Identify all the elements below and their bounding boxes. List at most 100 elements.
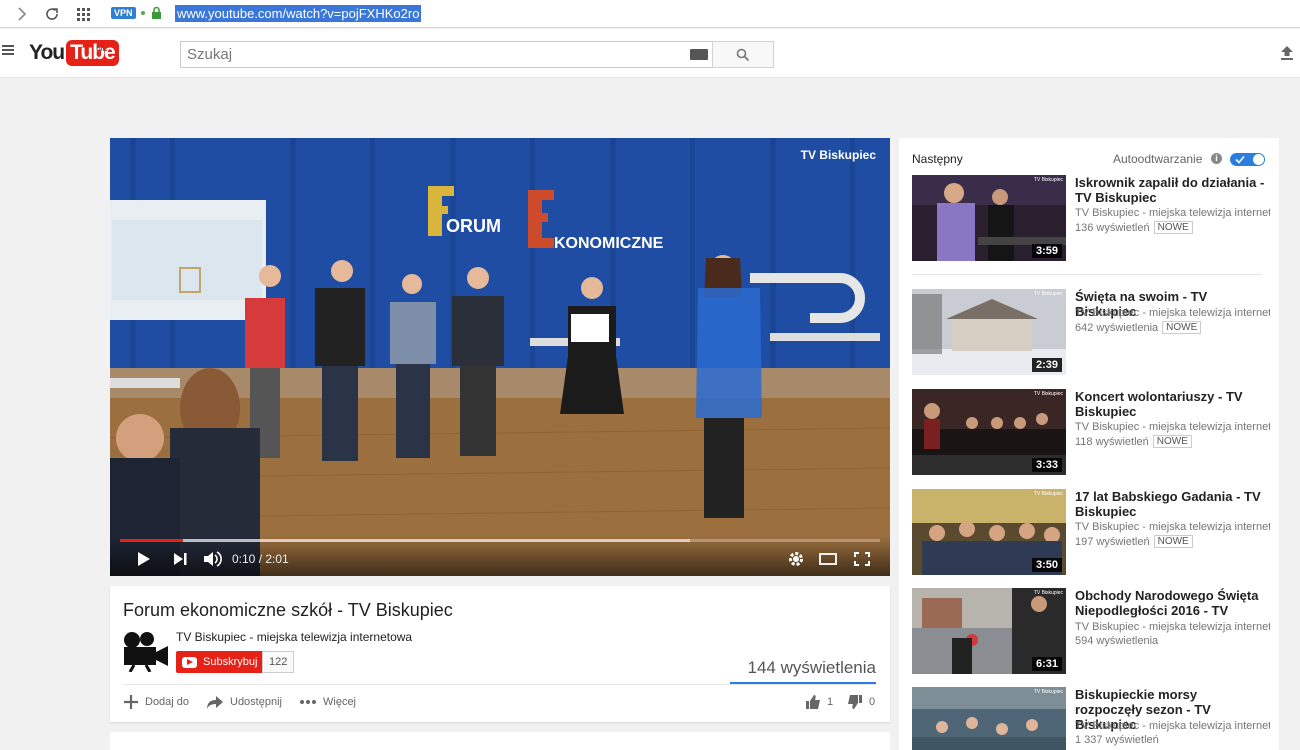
browser-bar: VPN www.youtube.com/watch?v=pojFXHKo2ro xyxy=(0,0,1300,28)
new-badge: NOWE xyxy=(1152,435,1192,448)
new-badge: NOWE xyxy=(1162,321,1202,334)
add-to-label: Dodaj do xyxy=(145,696,190,708)
share-label: Udostępnij xyxy=(230,696,282,708)
rec-view-count: 118 wyświetleń xyxy=(1075,435,1149,448)
new-badge: NOWE xyxy=(1153,535,1193,548)
add-to-button[interactable]: Dodaj do xyxy=(123,692,189,712)
video-thumbnail[interactable]: TV Biskupiec 3:59 xyxy=(912,175,1066,261)
rec-view-count: 594 wyświetlenia xyxy=(1075,635,1159,647)
apps-grid-icon[interactable] xyxy=(73,3,95,25)
more-label: Więcej xyxy=(323,696,357,708)
video-thumbnail[interactable]: TV Biskupiec 3:33 xyxy=(912,389,1066,475)
thumbnail-watermark: TV Biskupiec xyxy=(1033,291,1063,297)
youtube-play-icon xyxy=(182,656,197,668)
new-badge: NOWE xyxy=(1153,221,1193,234)
duration-badge: 3:50 xyxy=(1031,558,1062,572)
like-count: 1 xyxy=(827,696,834,708)
rec-title[interactable]: 17 lat Babskiego Gadania - TV Biskupiec xyxy=(1075,489,1265,519)
search-input[interactable] xyxy=(181,42,661,67)
list-item[interactable]: TV Biskupiec 3:50 17 lat Babskiego Gadan… xyxy=(912,489,1270,575)
rec-channel: TV Biskupiec - miejska telewizja interne… xyxy=(1075,421,1270,433)
thumbs-up-icon xyxy=(806,695,820,709)
rec-channel: TV Biskupiec - miejska telewizja interne… xyxy=(1075,621,1270,633)
thumbnail-watermark: TV Biskupiec xyxy=(1033,177,1063,183)
rec-view-count: 136 wyświetleń xyxy=(1075,221,1150,234)
lock-icon xyxy=(152,6,161,19)
checkmark-icon xyxy=(1235,155,1245,164)
share-button[interactable]: Udostępnij xyxy=(206,692,282,712)
plus-icon xyxy=(124,695,138,709)
address-bar[interactable]: www.youtube.com/watch?v=pojFXHKo2ro xyxy=(175,5,422,22)
dislike-button[interactable]: 0 xyxy=(847,692,875,712)
video-frame: ORUM KONOMICZNE xyxy=(110,138,890,576)
like-button[interactable]: 1 xyxy=(805,692,833,712)
view-count: 144 wyświetlenia xyxy=(747,658,876,677)
rec-view-count: 642 wyświetlenia xyxy=(1075,321,1159,334)
rec-channel: TV Biskupiec - miejska telewizja interne… xyxy=(1075,720,1270,732)
rec-view-count: 1 337 wyświetleń xyxy=(1075,734,1159,746)
channel-avatar[interactable] xyxy=(122,630,170,672)
progress-bar[interactable] xyxy=(120,539,880,542)
menu-icon[interactable] xyxy=(2,45,14,56)
list-item[interactable]: TV Biskupiec Biskupieckie morsy rozpoczę… xyxy=(912,687,1270,750)
rec-title[interactable]: Iskrownik zapalił do działania - TV Bisk… xyxy=(1075,175,1265,205)
thumbnail-watermark: TV Biskupiec xyxy=(1033,491,1063,497)
autoplay-label: Autoodtwarzanie xyxy=(1113,152,1203,166)
up-next-sidebar: Następny Autoodtwarzanie i TV Biskupiec … xyxy=(899,138,1279,750)
svg-text:KONOMICZNE: KONOMICZNE xyxy=(554,235,664,252)
rec-views: 118 wyświetleń NOWE xyxy=(1075,435,1192,448)
subscribe-label: Subskrybuj xyxy=(203,656,258,668)
video-thumbnail[interactable]: TV Biskupiec xyxy=(912,687,1066,750)
next-icon[interactable] xyxy=(170,550,190,568)
video-player[interactable]: ORUM KONOMICZNE TV Biskupiec 0:10 / 2:01 xyxy=(110,138,890,576)
rec-title[interactable]: Koncert wolontariuszy - TV Biskupiec xyxy=(1075,389,1265,419)
volume-icon[interactable] xyxy=(202,550,222,568)
progress-played xyxy=(120,539,184,542)
reload-icon[interactable] xyxy=(41,3,63,25)
rec-views: 136 wyświetleń NOWE xyxy=(1075,221,1193,234)
search-button[interactable] xyxy=(712,41,774,68)
rec-views: 1 337 wyświetleń xyxy=(1075,734,1159,746)
list-item[interactable]: TV Biskupiec 6:31 Obchody Narodowego Świ… xyxy=(912,588,1270,674)
subscriber-count: 122 xyxy=(262,651,295,673)
progress-buffered xyxy=(120,539,690,542)
youtube-header: You Tube NL xyxy=(0,29,1300,78)
video-thumbnail[interactable]: TV Biskupiec 2:39 xyxy=(912,289,1066,375)
fullscreen-icon[interactable] xyxy=(852,550,872,568)
keyboard-icon[interactable] xyxy=(690,49,708,60)
duration-badge: 3:59 xyxy=(1031,244,1062,258)
list-item[interactable]: TV Biskupiec 2:39 Święta na swoim - TV B… xyxy=(912,289,1270,375)
search-box xyxy=(180,41,713,68)
vpn-badge[interactable]: VPN xyxy=(111,7,136,19)
info-icon[interactable]: i xyxy=(1211,153,1222,164)
rec-channel: TV Biskupiec - miejska telewizja interne… xyxy=(1075,307,1270,319)
toggle-knob xyxy=(1253,154,1264,165)
views-bar xyxy=(730,682,876,684)
play-icon[interactable] xyxy=(134,550,154,568)
duration-badge: 2:39 xyxy=(1031,358,1062,372)
logo-tube-text: Tube xyxy=(66,40,119,66)
thumbs-down-icon xyxy=(848,695,862,709)
duration-badge: 6:31 xyxy=(1031,657,1062,671)
rec-channel: TV Biskupiec - miejska telewizja interne… xyxy=(1075,521,1270,533)
rec-title[interactable]: Obchody Narodowego Święta Niepodległości… xyxy=(1075,588,1265,618)
separator xyxy=(912,274,1262,275)
upload-icon[interactable] xyxy=(1279,45,1295,61)
video-thumbnail[interactable]: TV Biskupiec 6:31 xyxy=(912,588,1066,674)
list-item[interactable]: TV Biskupiec 3:59 Iskrownik zapalił do d… xyxy=(912,175,1270,261)
theater-mode-icon[interactable] xyxy=(818,550,838,568)
video-thumbnail[interactable]: TV Biskupiec 3:50 xyxy=(912,489,1066,575)
divider xyxy=(123,684,876,685)
up-next-heading: Następny xyxy=(912,152,963,166)
settings-gear-icon[interactable] xyxy=(786,550,806,568)
more-button[interactable]: Więcej xyxy=(299,692,356,712)
video-title: Forum ekonomiczne szkół - TV Biskupiec xyxy=(123,600,453,620)
channel-name[interactable]: TV Biskupiec - miejska telewizja interne… xyxy=(176,630,412,644)
time-display: 0:10 / 2:01 xyxy=(232,552,289,566)
subscribe-button[interactable]: Subskrybuj xyxy=(176,651,266,673)
list-item[interactable]: TV Biskupiec 3:33 Koncert wolontariuszy … xyxy=(912,389,1270,475)
autoplay-toggle[interactable] xyxy=(1230,153,1265,166)
rec-view-count: 197 wyświetleń xyxy=(1075,535,1150,548)
forward-icon[interactable] xyxy=(11,3,33,25)
search-icon xyxy=(736,48,750,61)
